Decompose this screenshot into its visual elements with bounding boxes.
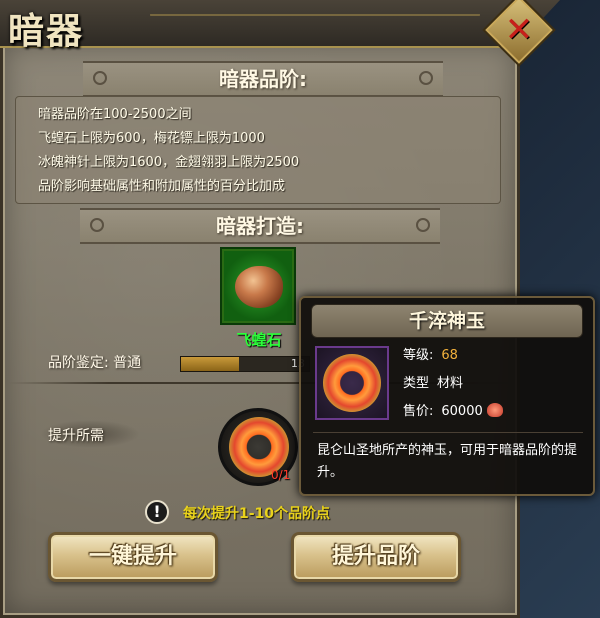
tooltip-title: 千淬神玉	[408, 310, 485, 332]
material-slot[interactable]: 0/1	[218, 408, 298, 486]
upgrade-hint: 每次提升1-10个品阶点	[183, 506, 331, 522]
grade-progress-fill	[181, 357, 239, 371]
swirl-ornament-icon	[90, 218, 104, 232]
price-label: 售价:	[403, 404, 434, 419]
close-icon: ✕	[504, 10, 534, 50]
hidden-weapon-slot[interactable]	[222, 249, 294, 323]
info-line: 品阶影响基础属性和附加属性的百分比加成	[38, 179, 286, 194]
info-line: 暗器品阶在100-2500之间	[38, 107, 192, 122]
info-line: 飞蝗石上限为600，梅花镖上限为1000	[38, 131, 265, 146]
item-tooltip: 千淬神玉 等级: 68 类型 材料 售价: 60000 昆仑山圣地所产的神玉，可用于暗…	[299, 296, 595, 496]
swirl-ornament-icon	[93, 71, 107, 85]
forge-ribbon: 暗器打造:	[80, 208, 440, 244]
swirl-ornament-icon	[419, 71, 433, 85]
tooltip-divider	[313, 432, 583, 433]
grade-label: 品阶鉴定: 普通	[48, 355, 142, 371]
type-value: 材料	[437, 376, 464, 391]
exclamation-icon: !	[145, 500, 169, 524]
type-label: 类型	[403, 376, 430, 391]
tooltip-type-row: 类型 材料	[403, 372, 463, 391]
item-name: 飞蝗石	[236, 331, 282, 349]
jade-icon	[323, 354, 381, 412]
tooltip-level-row: 等级: 68	[403, 344, 458, 363]
stone-icon	[235, 266, 283, 308]
button-label: 一键提升	[88, 544, 177, 569]
material-count: 0/1	[271, 468, 291, 482]
level-label: 等级:	[403, 348, 434, 363]
quality-heading: 暗器品阶:	[219, 67, 307, 91]
tooltip-header: 千淬神玉	[311, 304, 583, 338]
upgrade-quality-button[interactable]: 提升品阶	[291, 532, 461, 582]
window-title: 暗器	[8, 11, 85, 52]
requirement-label: 提升所需	[48, 428, 104, 444]
title-ornament	[150, 14, 480, 34]
one-click-upgrade-button[interactable]: 一键提升	[48, 532, 218, 582]
grade-progress-bar: 13	[180, 356, 310, 372]
level-value: 68	[441, 348, 458, 363]
tooltip-description: 昆仑山圣地所产的神玉，可用于暗器品阶的提升。	[317, 443, 578, 480]
tooltip-price-row: 售价: 60000	[403, 400, 503, 419]
forge-heading: 暗器打造:	[216, 214, 304, 238]
swirl-ornament-icon	[416, 218, 430, 232]
tooltip-item-frame	[315, 346, 389, 420]
coin-icon	[486, 403, 503, 417]
quality-info-box: 暗器品阶在100-2500之间 飞蝗石上限为600，梅花镖上限为1000 冰魄神…	[15, 96, 501, 204]
quality-ribbon: 暗器品阶:	[83, 61, 443, 97]
button-label: 提升品阶	[331, 544, 420, 569]
info-line: 冰魄神针上限为1600，金翅翎羽上限为2500	[38, 155, 300, 170]
price-value: 60000	[441, 404, 483, 419]
game-screen: 暗器品阶: 暗器 ✕ 暗器品阶在100-2500之间 飞蝗石上限为600，梅花镖…	[0, 0, 600, 618]
